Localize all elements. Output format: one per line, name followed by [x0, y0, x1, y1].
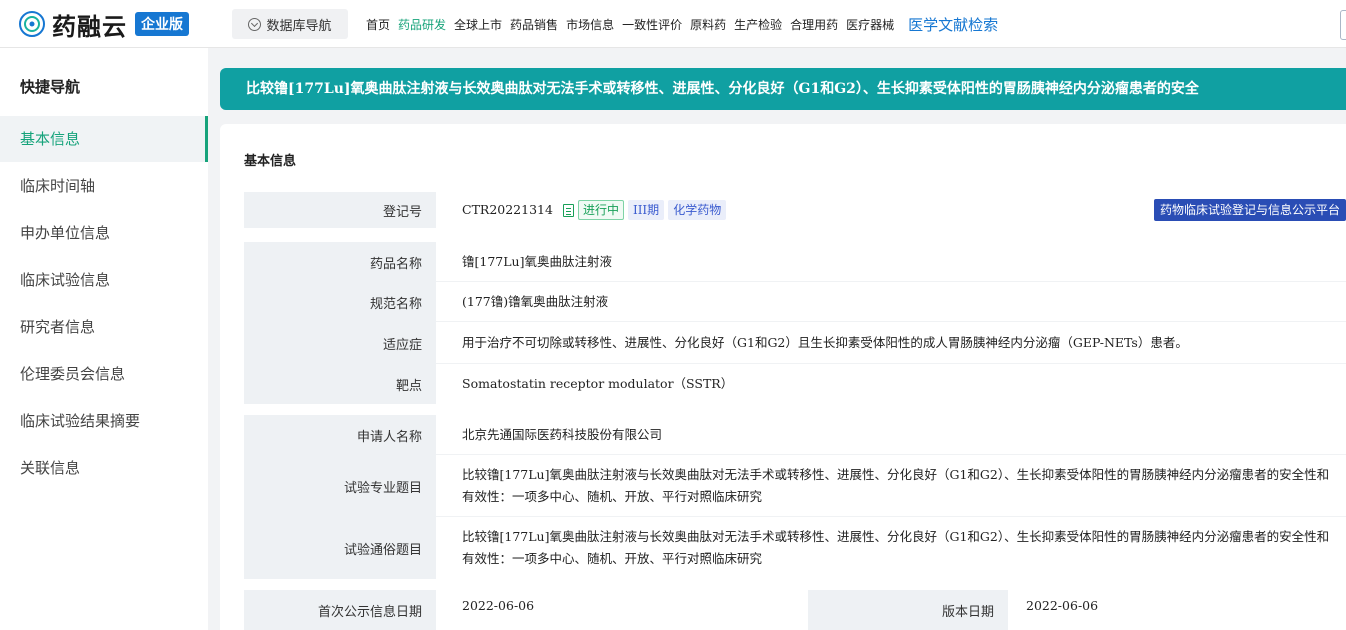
- trial-title-banner: 比较镥[177Lu]氧奥曲肽注射液与长效奥曲肽对无法手术或转移性、进展性、分化良…: [220, 68, 1346, 110]
- status-badge: 进行中: [577, 200, 624, 220]
- menu-item-9[interactable]: 医疗器械: [846, 16, 894, 33]
- menu-item-8[interactable]: 合理用药: [790, 16, 838, 33]
- registration-number: CTR20221314: [462, 202, 553, 217]
- sidebar-title: 快捷导航: [20, 78, 81, 96]
- popular-title-label: 试验通俗题目: [244, 517, 436, 579]
- logo-icon: [19, 11, 45, 37]
- document-icon[interactable]: [562, 203, 574, 217]
- menu-item-6[interactable]: 原料药: [690, 16, 726, 33]
- first-publish-date-label: 首次公示信息日期: [244, 590, 436, 630]
- professional-title-label: 试验专业题目: [244, 455, 436, 517]
- menu-item-2[interactable]: 全球上市: [454, 16, 502, 33]
- sidebar-item-0[interactable]: 基本信息: [0, 116, 208, 162]
- registration-label: 登记号: [244, 192, 436, 228]
- drug-name-row: 药品名称 镥[177Lu]氧奥曲肽注射液: [244, 242, 1346, 282]
- sidebar-item-2[interactable]: 申办单位信息: [0, 210, 208, 256]
- drug-type-badge: 化学药物: [668, 200, 727, 220]
- popular-title-row: 试验通俗题目 比较镥[177Lu]氧奥曲肽注射液与长效奥曲肽对无法手术或转移性、…: [244, 517, 1346, 579]
- menu-item-3[interactable]: 药品销售: [510, 16, 558, 33]
- drug-name-label: 药品名称: [244, 242, 436, 282]
- menu-item-4[interactable]: 市场信息: [566, 16, 614, 33]
- main-menu: 首页 药品研发 全球上市 药品销售 市场信息 一致性评价 原料药 生产检验 合理用药 医疗器械 医学…: [366, 0, 1006, 48]
- sidebar-item-5[interactable]: 伦理委员会信息: [0, 351, 208, 397]
- logo[interactable]: 药融云 企业版: [18, 7, 189, 41]
- compass-icon: [248, 17, 262, 31]
- literature-search-link[interactable]: 医学文献检索: [908, 14, 998, 35]
- phase-badge: III期: [627, 200, 665, 220]
- platform-link-button[interactable]: 药物临床试验登记与信息公示平台: [1153, 199, 1346, 221]
- edition-badge: 企业版: [135, 12, 189, 36]
- standard-name-row: 规范名称 (177镥)镥氧奥曲肽注射液: [244, 282, 1346, 322]
- section-title: 基本信息: [244, 154, 297, 169]
- menu-item-1[interactable]: 药品研发: [398, 16, 446, 33]
- target-value: Somatostatin receptor modulator（SSTR）: [462, 376, 734, 391]
- indication-label: 适应症: [244, 322, 436, 364]
- sidebar-item-1[interactable]: 临床时间轴: [0, 163, 208, 209]
- basic-info-card: 基本信息 登记号 CTR20221314 进行中 III期 化学药物 药物临床试…: [220, 124, 1346, 630]
- indication-value: 用于治疗不可切除或转移性、进展性、分化良好（G1和G2）且生长抑素受体阳性的成人…: [462, 335, 1188, 350]
- version-date-label: 版本日期: [808, 590, 1008, 630]
- first-publish-date-value: 2022-06-06: [462, 598, 535, 613]
- menu-item-5[interactable]: 一致性评价: [622, 16, 682, 33]
- sidebar-item-7[interactable]: 关联信息: [0, 445, 208, 491]
- applicant-value: 北京先通国际医药科技股份有限公司: [462, 427, 663, 442]
- indication-row: 适应症 用于治疗不可切除或转移性、进展性、分化良好（G1和G2）且生长抑素受体阳…: [244, 322, 1346, 364]
- standard-name-value: (177镥)镥氧奥曲肽注射液: [462, 294, 609, 309]
- logo-text: 药融云: [52, 12, 127, 41]
- registration-row: 登记号 CTR20221314 进行中 III期 化学药物 药物临床试验登记与信…: [244, 192, 1346, 228]
- menu-item-7[interactable]: 生产检验: [734, 16, 782, 33]
- professional-title-row: 试验专业题目 比较镥[177Lu]氧奥曲肽注射液与长效奥曲肽对无法手术或转移性、…: [244, 455, 1346, 517]
- top-navigation-bar: 药融云 企业版 数据库导航 首页 药品研发 全球上市 药品销售 市场信息 一致性评价 原料药…: [0, 0, 1346, 48]
- popular-title-value: 比较镥[177Lu]氧奥曲肽注射液与长效奥曲肽对无法手术或转移性、进展性、分化良…: [462, 529, 1330, 566]
- sidebar: 快捷导航 基本信息 临床时间轴 申办单位信息 临床试验信息 研究者信息 伦理委员会信息 临床…: [0, 48, 208, 630]
- applicant-label: 申请人名称: [244, 415, 436, 455]
- applicant-row: 申请人名称 北京先通国际医药科技股份有限公司: [244, 415, 1346, 455]
- drug-name-value: 镥[177Lu]氧奥曲肽注射液: [462, 254, 612, 269]
- target-label: 靶点: [244, 364, 436, 404]
- sidebar-item-6[interactable]: 临床试验结果摘要: [0, 398, 208, 444]
- database-navigation-label: 数据库导航: [266, 18, 332, 34]
- version-date-value: 2022-06-06: [1026, 598, 1099, 613]
- topbar-edge-button[interactable]: [1340, 10, 1346, 40]
- target-row: 靶点 Somatostatin receptor modulator（SSTR）: [244, 364, 1346, 404]
- sidebar-item-3[interactable]: 临床试验信息: [0, 257, 208, 303]
- database-navigation-button[interactable]: 数据库导航: [232, 9, 348, 39]
- sidebar-item-4[interactable]: 研究者信息: [0, 304, 208, 350]
- professional-title-value: 比较镥[177Lu]氧奥曲肽注射液与长效奥曲肽对无法手术或转移性、进展性、分化良…: [462, 467, 1330, 504]
- standard-name-label: 规范名称: [244, 282, 436, 322]
- menu-item-0[interactable]: 首页: [366, 16, 390, 33]
